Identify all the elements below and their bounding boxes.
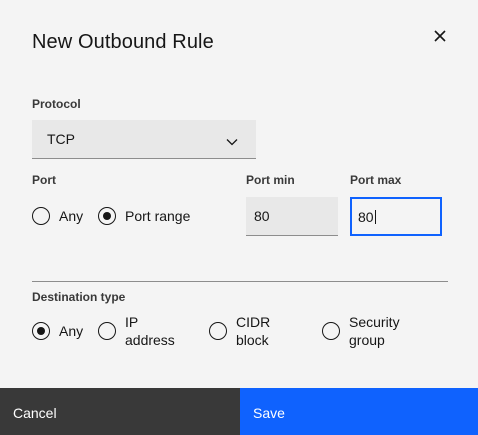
modal-footer: Cancel Save	[0, 388, 478, 435]
port-label: Port	[32, 173, 56, 187]
protocol-label: Protocol	[32, 97, 81, 111]
radio-circle	[98, 322, 116, 340]
save-button[interactable]: Save	[240, 388, 478, 435]
text-cursor	[374, 209, 376, 224]
radio-label: Port range	[125, 208, 191, 224]
radio-circle-checked	[32, 322, 50, 340]
port-max-label: Port max	[350, 173, 402, 187]
radio-label-line1: Security	[349, 314, 400, 330]
chevron-down-icon	[226, 133, 238, 149]
radio-label: Any	[59, 323, 84, 339]
radio-label-line2: block	[236, 332, 269, 348]
port-radio-any[interactable]: Any	[32, 207, 83, 225]
radio-label: Security group	[349, 313, 400, 349]
port-min-value: 80	[254, 208, 270, 224]
radio-label-line2: group	[349, 332, 385, 348]
radio-circle-checked	[98, 207, 116, 225]
section-divider	[32, 281, 448, 282]
radio-label-line1: CIDR	[236, 314, 271, 330]
radio-circle	[322, 322, 340, 340]
port-min-input[interactable]: 80	[246, 197, 338, 236]
radio-label-line2: address	[125, 332, 175, 348]
close-icon	[434, 29, 446, 47]
destination-radio-security-group[interactable]: Security group	[322, 313, 400, 349]
port-max-value: 80	[358, 208, 374, 225]
destination-radio-any[interactable]: Any	[32, 322, 83, 340]
new-outbound-rule-modal: New Outbound Rule Protocol TCP Port Any …	[0, 0, 478, 435]
port-max-input[interactable]: 80	[350, 197, 442, 236]
destination-type-label: Destination type	[32, 290, 126, 304]
port-radio-port-range[interactable]: Port range	[98, 207, 190, 225]
radio-label-line1: IP	[125, 314, 139, 330]
radio-label: Any	[59, 208, 84, 224]
radio-label: IP address	[125, 313, 175, 349]
radio-circle	[209, 322, 227, 340]
protocol-selected-value: TCP	[47, 131, 75, 147]
cancel-button[interactable]: Cancel	[0, 388, 240, 435]
protocol-select[interactable]: TCP	[32, 120, 256, 159]
close-button[interactable]	[430, 28, 450, 48]
radio-label: CIDR block	[236, 313, 270, 349]
destination-radio-ip-address[interactable]: IP address	[98, 313, 175, 349]
destination-radio-cidr-block[interactable]: CIDR block	[209, 313, 270, 349]
radio-circle	[32, 207, 50, 225]
port-min-label: Port min	[246, 173, 295, 187]
modal-title: New Outbound Rule	[32, 31, 214, 53]
